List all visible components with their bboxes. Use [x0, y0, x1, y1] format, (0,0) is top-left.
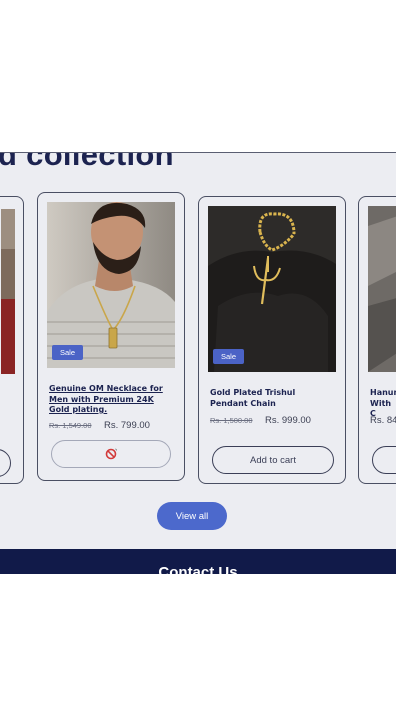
product-image-partial[interactable]	[368, 206, 396, 372]
add-to-cart-button[interactable]: Add to cart	[212, 446, 334, 474]
product-image-partial[interactable]	[1, 209, 15, 374]
product-card[interactable]: Sale Gold Plated Trishul Pendant Chain R…	[198, 196, 346, 484]
no-entry-icon	[105, 448, 118, 460]
sold-out-button[interactable]	[51, 440, 171, 468]
sale-badge: Sale	[52, 345, 84, 360]
add-to-cart-button-partial[interactable]	[0, 449, 11, 477]
product-title-link[interactable]: Gold Plated Trishul Pendant Chain	[210, 388, 334, 409]
featured-collection-section: d collection Sale Genuine OM Necklace fo…	[0, 152, 396, 574]
product-title-link[interactable]: Genuine OM Necklace for Men with Premium…	[49, 384, 177, 416]
section-heading: d collection	[0, 152, 174, 172]
sale-price: Rs. 799.00	[104, 420, 150, 431]
contact-footer: Contact Us	[0, 549, 396, 574]
add-to-cart-button-partial[interactable]	[372, 446, 396, 474]
compare-at-price: Rs. 1,549.00	[49, 421, 92, 430]
sale-badge: Sale	[213, 349, 245, 364]
footer-title: Contact Us	[158, 564, 238, 574]
product-card[interactable]: Sale Genuine OM Necklace for Men with Pr…	[37, 192, 185, 481]
product-card-left-partial[interactable]	[0, 196, 24, 484]
price-partial: Rs. 84	[370, 415, 396, 426]
compare-at-price: Rs. 1,500.00	[210, 416, 253, 425]
sale-price: Rs. 999.00	[265, 415, 311, 426]
product-image[interactable]: Sale	[208, 206, 336, 372]
view-all-button[interactable]: View all	[157, 502, 227, 530]
product-image[interactable]: Sale	[47, 202, 175, 368]
product-card-right-partial[interactable]: Hanun With C Rs. 84	[358, 196, 396, 484]
